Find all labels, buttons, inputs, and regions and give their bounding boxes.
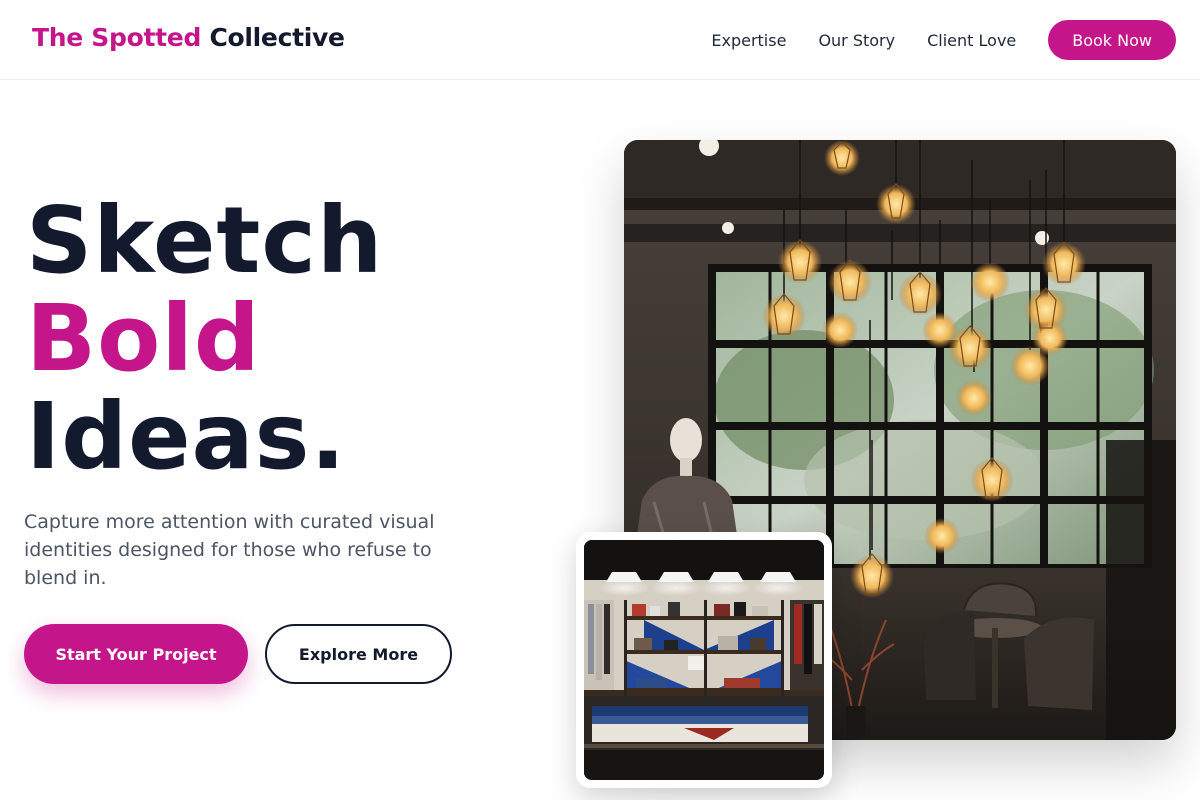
nav-link-our-story[interactable]: Our Story	[818, 31, 895, 50]
boutique-shelves-illustration	[584, 540, 824, 780]
logo[interactable]: The Spotted Collective	[32, 23, 345, 52]
nav-link-expertise[interactable]: Expertise	[711, 31, 786, 50]
main-nav: Expertise Our Story Client Love Book Now	[711, 0, 1176, 80]
logo-accent-text: The Spotted	[32, 23, 202, 52]
hero-inset-image-card	[576, 532, 832, 788]
hero-cta-row: Start Your Project Explore More	[24, 624, 452, 684]
hero-headline: Sketch Bold Ideas.	[26, 192, 383, 486]
book-now-button[interactable]: Book Now	[1048, 20, 1176, 60]
start-project-button[interactable]: Start Your Project	[24, 624, 248, 684]
explore-more-button[interactable]: Explore More	[265, 624, 452, 684]
logo-rest-text: Collective	[209, 23, 345, 52]
headline-line-1: Sketch	[26, 187, 384, 294]
nav-link-client-love[interactable]: Client Love	[927, 31, 1016, 50]
headline-line-3: Ideas.	[26, 383, 347, 490]
site-header: The Spotted Collective Expertise Our Sto…	[0, 0, 1200, 80]
hero-subtext: Capture more attention with curated visu…	[24, 511, 435, 589]
hero-inset-image	[584, 540, 824, 780]
headline-line-2: Bold	[26, 285, 261, 392]
